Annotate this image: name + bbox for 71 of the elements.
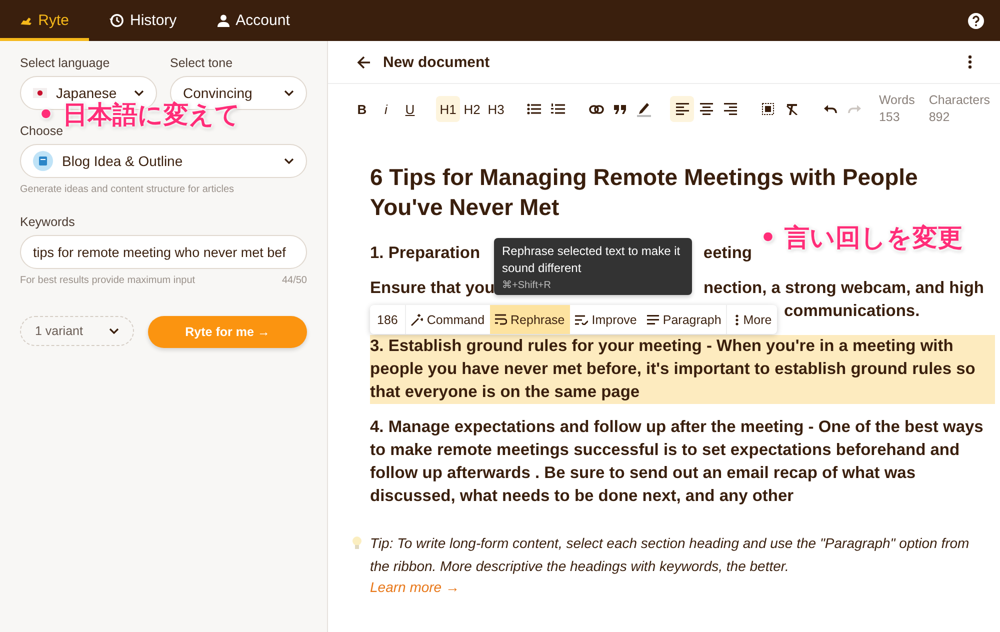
- toolbar-button[interactable]: U: [398, 96, 422, 122]
- toolbar-action[interactable]: Command: [406, 305, 490, 334]
- toolbar-button[interactable]: H2: [460, 96, 484, 122]
- toolbar-button[interactable]: B: [350, 96, 374, 122]
- tip-text: Tip: To write long-form content, select each section heading and use the "Paragraph" option from the ribbon. More descriptive the headings with keywords, the better.: [370, 534, 970, 576]
- chevron-down-icon: [109, 328, 119, 334]
- toolbar-button[interactable]: [670, 96, 694, 122]
- use-case-dropdown[interactable]: Blog Idea & Outline: [20, 144, 307, 178]
- nav-tab[interactable]: Account: [196, 0, 310, 41]
- toolbar-button[interactable]: i: [374, 96, 398, 122]
- hint-text: For best results provide maximum input: [20, 275, 196, 286]
- wand-icon: [410, 314, 423, 326]
- align-center-icon: [700, 103, 712, 115]
- word-count: 186: [370, 305, 406, 334]
- toolbar-button[interactable]: H3: [484, 96, 508, 122]
- document-icon: [33, 151, 53, 171]
- keywords-field[interactable]: tips for remote meeting who never met bef: [20, 235, 307, 269]
- character-count: 44/50: [282, 275, 307, 286]
- toolbar-action[interactable]: Improve: [570, 305, 642, 334]
- paragraph-text: communications.: [784, 301, 920, 322]
- select-all-icon: [762, 103, 774, 115]
- clear-format-icon: [786, 103, 798, 115]
- annotation-text: • 言い回しを変更: [760, 225, 963, 250]
- toolbar-action[interactable]: More: [726, 305, 777, 334]
- toolbar-action[interactable]: Paragraph: [642, 305, 726, 334]
- rephrase-icon: [494, 314, 507, 325]
- field-label: Select language: [20, 56, 110, 70]
- help-icon[interactable]: [968, 12, 984, 28]
- more-icon[interactable]: [968, 55, 972, 69]
- field-label: Keywords: [20, 215, 75, 229]
- paragraph-text: 1. Preparation: [370, 243, 480, 264]
- paragraph-text: Ensure that you: [370, 278, 495, 299]
- document-heading: 6 Tips for Managing Remote Meetings with People You've Never Met: [370, 163, 919, 222]
- bulleted-list-icon: [527, 103, 541, 115]
- stat-label: Words: [878, 92, 915, 109]
- improve-icon: [574, 314, 588, 324]
- field-label: Select tone: [170, 56, 233, 70]
- pen-icon: [637, 101, 651, 117]
- variant-dropdown[interactable]: 1 variant: [20, 316, 134, 346]
- flag-icon: [33, 88, 47, 98]
- shortcut-text: ⌘+Shift+R: [502, 279, 552, 291]
- link-icon: [588, 104, 604, 114]
- numbered-list-icon: [551, 103, 565, 115]
- person-icon: [216, 14, 230, 27]
- align-right-icon: [724, 103, 736, 115]
- stat-value: 153: [878, 109, 901, 126]
- document-title: New document: [383, 54, 490, 70]
- toolbar-button[interactable]: H1: [436, 96, 460, 122]
- quote-icon: [614, 104, 626, 114]
- paragraph-text: 3. Establish ground rules for your meeting - When you're in a meeting with people you have never met before, it's important to establish ground rules so that everyone is on the same page: [370, 335, 995, 404]
- history-icon: [109, 13, 124, 28]
- tooltip-text: Rephrase selected text to make it sound different: [502, 243, 682, 277]
- redo-icon: [848, 104, 860, 114]
- hint-text: Generate ideas and content structure for articles: [20, 184, 234, 195]
- back-arrow-icon[interactable]: [357, 56, 371, 68]
- field-label: Choose: [20, 124, 64, 138]
- lightbulb-icon: [352, 536, 362, 550]
- toolbar-action[interactable]: Rephrase: [490, 305, 570, 334]
- align-left-icon: [676, 103, 688, 115]
- chevron-down-icon: [134, 90, 144, 96]
- chevron-down-icon: [284, 158, 294, 164]
- paragraph-text: nection, a strong webcam, and high: [703, 278, 984, 299]
- nav-tab[interactable]: History: [89, 0, 197, 41]
- undo-icon: [824, 104, 836, 114]
- paragraph-text: 4. Manage expectations and follow up after the meeting - One of the best ways to make remote meetings successful is to set expectations beforehand and follow up afterwards . Be sure to send out an email recap of what was discussed, what needs to be done next, and any other: [370, 417, 984, 507]
- stat-value: 892: [928, 109, 951, 126]
- lines-icon: [646, 314, 659, 324]
- chevron-down-icon: [284, 90, 294, 96]
- more-icon: [735, 314, 740, 326]
- stat-label: Characters: [928, 92, 990, 109]
- paragraph-text: eeting: [703, 243, 752, 264]
